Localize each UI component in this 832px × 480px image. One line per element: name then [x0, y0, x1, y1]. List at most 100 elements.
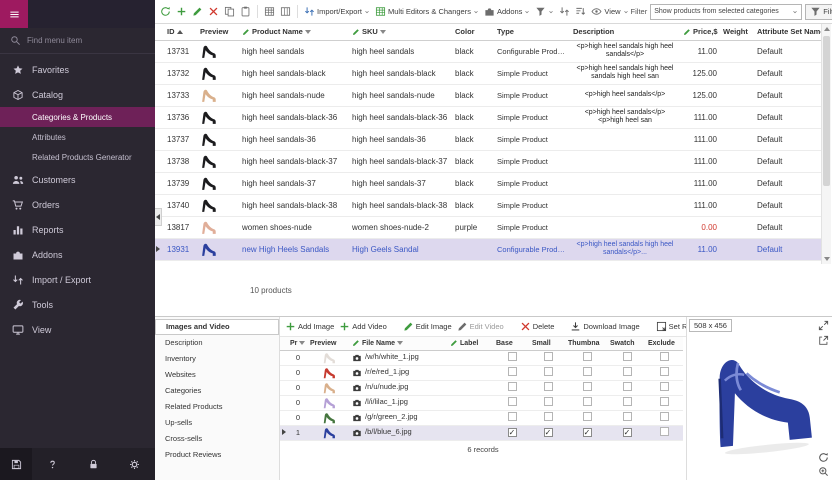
image-row[interactable]: 0/n/u/nude.jpg	[280, 380, 683, 395]
column-header-id[interactable]: ID	[164, 24, 197, 40]
tab-websites[interactable]: Websites	[155, 367, 279, 383]
swatch-checkbox[interactable]	[623, 412, 632, 421]
column-header-preview[interactable]: Preview	[308, 337, 350, 350]
edit-image-button[interactable]: Edit Image	[403, 321, 452, 332]
column-header-product-name[interactable]: Product Name	[239, 24, 349, 40]
base-checkbox[interactable]	[508, 397, 517, 406]
edit-product-button[interactable]	[190, 3, 205, 20]
column-header-exclude[interactable]: Exclude	[646, 337, 683, 350]
filters-button[interactable]: Filters	[805, 4, 832, 20]
thumbnail-checkbox[interactable]	[583, 367, 592, 376]
sort-order-button[interactable]	[573, 3, 588, 20]
tab-inventory[interactable]: Inventory	[155, 351, 279, 367]
expand-icon[interactable]	[818, 320, 829, 331]
copy-button[interactable]	[222, 3, 237, 20]
exclude-checkbox[interactable]	[660, 427, 669, 436]
sidebar-item-categories-products[interactable]: Categories & Products	[0, 107, 155, 127]
table-row[interactable]: 13817women shoes-nudewomen shoes-nude-2p…	[155, 216, 821, 238]
base-checkbox[interactable]	[508, 367, 517, 376]
view-menu-button[interactable]: View	[589, 3, 630, 20]
table-row[interactable]: 13740high heel sandals-black-38high heel…	[155, 194, 821, 216]
sort-updown-button[interactable]	[557, 3, 572, 20]
exclude-checkbox[interactable]	[660, 367, 669, 376]
base-checkbox[interactable]	[508, 352, 517, 361]
column-header-weight[interactable]: Weight	[720, 24, 754, 40]
tab-product-reviews[interactable]: Product Reviews	[155, 447, 279, 463]
delete-image-button[interactable]: Delete	[520, 321, 555, 332]
tab-cross-sells[interactable]: Cross-sells	[155, 431, 279, 447]
sidebar-item-view[interactable]: View	[0, 317, 155, 342]
column-header-small[interactable]: Small	[530, 337, 566, 350]
thumbnail-checkbox[interactable]	[583, 352, 592, 361]
base-checkbox[interactable]	[508, 412, 517, 421]
column-header-swatch[interactable]: Swatch	[608, 337, 646, 350]
table-row[interactable]: 13731high heel sandalshigh heel sandalsb…	[155, 40, 821, 62]
sidebar-item-reports[interactable]: Reports	[0, 217, 155, 242]
exclude-checkbox[interactable]	[660, 412, 669, 421]
add-image-button[interactable]: Add Image	[285, 321, 334, 332]
column-header-preview[interactable]: Preview	[197, 24, 239, 40]
filter-select[interactable]: Show products from selected categories	[650, 4, 802, 20]
table-row[interactable]: 13732high heel sandals-blackhigh heel sa…	[155, 62, 821, 84]
tab-categories[interactable]: Categories	[155, 383, 279, 399]
column-header-type[interactable]: Type	[494, 24, 570, 40]
multi-editors-menu-button[interactable]: Multi Editors & Changers	[373, 3, 481, 20]
sidebar-item-import-export[interactable]: Import / Export	[0, 267, 155, 292]
column-header-base[interactable]: Base	[494, 337, 530, 350]
table-row[interactable]: 13737high heel sandals-36high heel sanda…	[155, 128, 821, 150]
image-row[interactable]: 0/r/e/red_1.jpg	[280, 365, 683, 380]
grid-settings-button[interactable]	[262, 3, 277, 20]
vertical-scrollbar[interactable]	[821, 24, 831, 264]
exclude-checkbox[interactable]	[660, 352, 669, 361]
base-checkbox[interactable]: ✓	[508, 428, 517, 437]
image-row[interactable]: 1/b/l/blue_6.jpg✓✓✓✓	[280, 425, 683, 440]
small-checkbox[interactable]	[544, 352, 553, 361]
exclude-checkbox[interactable]	[660, 382, 669, 391]
image-row[interactable]: 0/w/h/white_1.jpg	[280, 350, 683, 365]
image-row[interactable]: 0/l/i/lilac_1.jpg	[280, 395, 683, 410]
swatch-checkbox[interactable]	[623, 382, 632, 391]
column-header-thumbna[interactable]: Thumbna	[566, 337, 608, 350]
sidebar-item-related-products-generator[interactable]: Related Products Generator	[0, 147, 155, 167]
table-row[interactable]: 13739high heel sandals-37high heel sanda…	[155, 172, 821, 194]
thumbnail-checkbox[interactable]	[583, 397, 592, 406]
save-button[interactable]	[0, 448, 32, 480]
small-checkbox[interactable]	[544, 382, 553, 391]
import-export-menu-button[interactable]: Import/Export	[302, 3, 372, 20]
sidebar-item-tools[interactable]: Tools	[0, 292, 155, 317]
column-header-file-name[interactable]: File Name	[350, 337, 448, 350]
paste-button[interactable]	[238, 3, 253, 20]
small-checkbox[interactable]	[544, 367, 553, 376]
delete-product-button[interactable]	[206, 3, 221, 20]
scroll-up-arrow[interactable]	[824, 27, 830, 31]
table-row[interactable]: 13738high heel sandals-black-37high heel…	[155, 150, 821, 172]
swatch-checkbox[interactable]: ✓	[623, 428, 632, 437]
settings-button[interactable]	[114, 459, 155, 470]
menu-toggle-button[interactable]	[0, 0, 28, 28]
zoom-in-icon[interactable]	[818, 466, 829, 477]
column-settings-button[interactable]	[278, 3, 293, 20]
add-product-button[interactable]	[174, 3, 189, 20]
menu-search-input[interactable]	[27, 36, 132, 45]
sidebar-item-favorites[interactable]: Favorites	[0, 57, 155, 82]
base-checkbox[interactable]	[508, 382, 517, 391]
download-image-button[interactable]: Download Image	[570, 321, 639, 332]
tab-related-products[interactable]: Related Products	[155, 399, 279, 415]
sidebar-item-attributes[interactable]: Attributes	[0, 127, 155, 147]
quick-filter-button[interactable]	[533, 3, 556, 20]
swatch-checkbox[interactable]	[623, 397, 632, 406]
thumbnail-checkbox[interactable]: ✓	[583, 428, 592, 437]
small-checkbox[interactable]	[544, 397, 553, 406]
collapse-sidebar-handle[interactable]	[155, 208, 162, 226]
column-header-description[interactable]: Description	[570, 24, 680, 40]
swatch-checkbox[interactable]	[623, 367, 632, 376]
open-external-icon[interactable]	[818, 335, 829, 346]
tab-up-sells[interactable]: Up-sells	[155, 415, 279, 431]
refresh-button[interactable]	[158, 3, 173, 20]
scroll-down-arrow[interactable]	[824, 257, 830, 261]
column-header-color[interactable]: Color	[452, 24, 494, 40]
image-row[interactable]: 0/g/r/green_2.jpg	[280, 410, 683, 425]
tab-description[interactable]: Description	[155, 335, 279, 351]
sidebar-item-customers[interactable]: Customers	[0, 167, 155, 192]
exclude-checkbox[interactable]	[660, 397, 669, 406]
